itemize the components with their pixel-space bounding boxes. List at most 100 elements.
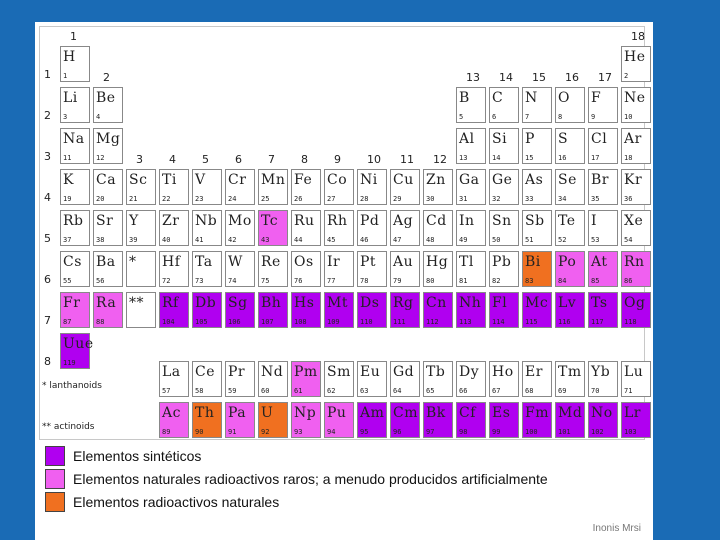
element-number: 14 (492, 154, 501, 162)
element-cell: Es 99 (489, 402, 519, 438)
element-cell: Zn 30 (423, 169, 453, 205)
element-symbol: Ar (624, 131, 642, 147)
element-symbol: Pt (360, 254, 377, 270)
element-number: 44 (294, 236, 303, 244)
element-number: 112 (426, 318, 439, 326)
group-label: 3 (136, 153, 143, 166)
group-label: 1 (70, 30, 77, 43)
element-symbol: Cm (393, 405, 418, 421)
group-label: 10 (367, 153, 381, 166)
legend-item: Elementos radioactivos naturales (45, 492, 645, 514)
element-symbol: Hf (162, 254, 181, 270)
element-symbol: Mg (96, 131, 121, 147)
element-number: 116 (558, 318, 571, 326)
element-number: 35 (591, 195, 600, 203)
element-number: 113 (459, 318, 472, 326)
element-number: 23 (195, 195, 204, 203)
element-number: 56 (96, 277, 105, 285)
actinoids-label: ** actinoids (42, 422, 95, 432)
element-number: 37 (63, 236, 72, 244)
element-number: 58 (195, 387, 204, 395)
element-cell: Te 52 (555, 210, 585, 246)
element-number: 21 (129, 195, 138, 203)
element-number: 50 (492, 236, 501, 244)
element-cell: Pt 78 (357, 251, 387, 287)
element-symbol: Y (129, 213, 139, 229)
element-symbol: Fr (63, 295, 81, 311)
element-number: 117 (591, 318, 604, 326)
element-symbol: Co (327, 172, 348, 188)
element-symbol: Md (558, 405, 583, 421)
element-symbol: W (228, 254, 243, 270)
element-symbol: Am (360, 405, 385, 421)
element-number: 52 (558, 236, 567, 244)
element-cell: Ne 10 (621, 87, 651, 123)
element-symbol: N (525, 90, 538, 106)
element-number: 76 (294, 277, 303, 285)
element-number: 119 (63, 359, 76, 367)
element-symbol: Fe (294, 172, 313, 188)
element-symbol: As (525, 172, 544, 188)
element-cell: Yb 70 (588, 361, 618, 397)
element-symbol: Cd (426, 213, 447, 229)
element-symbol: Ni (360, 172, 378, 188)
element-cell: C6 (489, 87, 519, 123)
element-number: 72 (162, 277, 171, 285)
element-symbol: Ba (96, 254, 116, 270)
element-symbol: At (591, 254, 608, 270)
element-number: 26 (294, 195, 303, 203)
element-symbol: Tb (426, 364, 446, 380)
group-label: 15 (532, 71, 546, 84)
element-cell: Cn 112 (423, 292, 453, 328)
element-cell: Cu 29 (390, 169, 420, 205)
element-cell: Se 34 (555, 169, 585, 205)
element-cell: Ar 18 (621, 128, 651, 164)
element-symbol: Tm (558, 364, 582, 380)
element-symbol: Fl (492, 295, 508, 311)
element-cell: As 33 (522, 169, 552, 205)
element-number: 67 (492, 387, 501, 395)
element-cell: Sn 50 (489, 210, 519, 246)
element-number: 40 (162, 236, 171, 244)
element-symbol: Se (558, 172, 577, 188)
element-cell: Pd 46 (357, 210, 387, 246)
group-label: 16 (565, 71, 579, 84)
slide-page: H 1 He 2 Li 3 Be 4 B 5 C 6 N 7 O 8 F 9 Ne 10 Na 11 Mg 12 Al 13 Si 1… (35, 22, 653, 540)
element-symbol: Be (96, 90, 116, 106)
element-cell: Cm 96 (390, 402, 420, 438)
element-number: 103 (624, 428, 637, 436)
element-number: 61 (294, 387, 303, 395)
element-cell: Zr 40 (159, 210, 189, 246)
element-cell: Nb 41 (192, 210, 222, 246)
element-number: 55 (63, 277, 72, 285)
element-cell: Fr 87 (60, 292, 90, 328)
element-symbol: Pm (294, 364, 318, 380)
element-number: 92 (261, 428, 270, 436)
element-symbol: He (624, 49, 646, 65)
period-label: 7 (44, 314, 51, 327)
element-cell: Pa 91 (225, 402, 255, 438)
element-symbol: K (63, 172, 74, 188)
period-label: 2 (44, 109, 51, 122)
element-symbol: Na (63, 131, 85, 147)
element-number: 38 (96, 236, 105, 244)
element-symbol: O (558, 90, 570, 106)
element-cell: Na 11 (60, 128, 90, 164)
element-symbol: Ra (96, 295, 117, 311)
element-cell: Db 105 (192, 292, 222, 328)
element-symbol: F (591, 90, 602, 106)
element-number: 74 (228, 277, 237, 285)
element-cell: Rf 104 (159, 292, 189, 328)
element-number: 114 (492, 318, 505, 326)
element-number: 15 (525, 154, 534, 162)
element-number: 60 (261, 387, 270, 395)
element-symbol: Uue (63, 336, 94, 352)
element-cell: Ho 67 (489, 361, 519, 397)
group-label: 2 (103, 71, 110, 84)
element-symbol: Np (294, 405, 317, 421)
element-cell: Sc 21 (126, 169, 156, 205)
element-cell: Fl 114 (489, 292, 519, 328)
element-symbol: Ho (492, 364, 514, 380)
element-cell: Pb 82 (489, 251, 519, 287)
element-cell: Ds 110 (357, 292, 387, 328)
